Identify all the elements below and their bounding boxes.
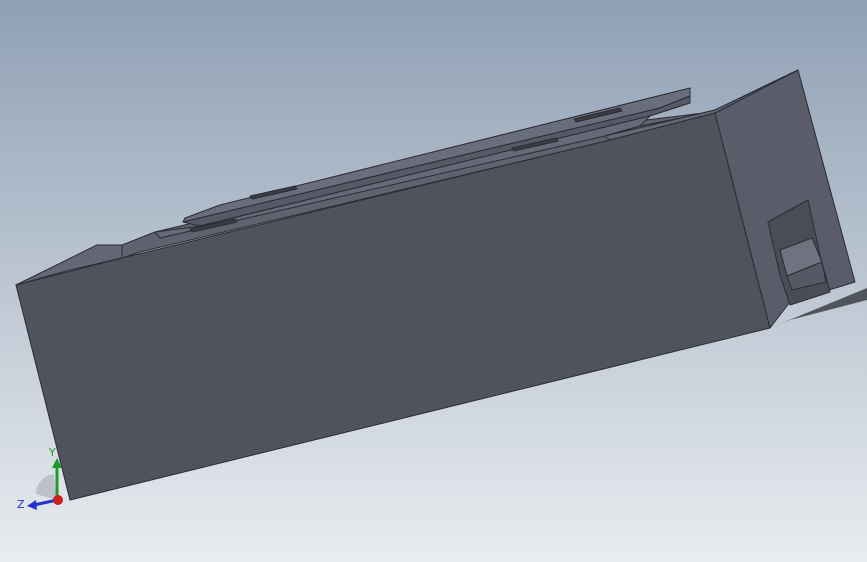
y-axis-label: Y xyxy=(48,446,56,459)
x-axis-dot xyxy=(53,495,63,505)
viewport-canvas[interactable]: Y Z xyxy=(0,0,867,562)
graphics-viewport[interactable]: Y Z xyxy=(0,0,867,562)
z-axis-label: Z xyxy=(17,498,25,511)
